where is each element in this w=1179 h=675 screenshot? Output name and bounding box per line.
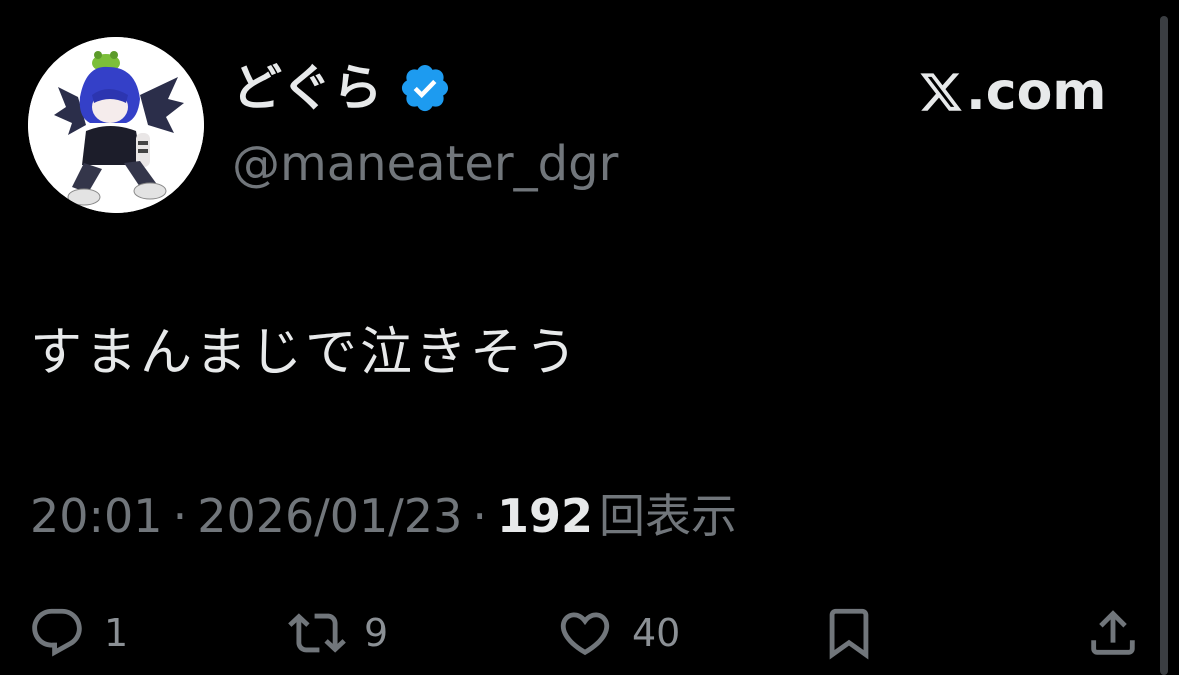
bookmark-icon [820, 604, 878, 662]
repost-button[interactable]: 9 [288, 600, 388, 666]
scrollbar[interactable] [1160, 16, 1168, 675]
share-button[interactable] [1084, 600, 1142, 666]
display-name[interactable]: どぐら [232, 56, 384, 120]
avatar-illustration [28, 37, 204, 213]
brand-mark: .com [918, 60, 1107, 124]
action-bar: 1 9 40 [0, 600, 1179, 666]
author-handle[interactable]: @maneater_dgr [232, 136, 618, 192]
avatar[interactable] [28, 37, 204, 213]
brand-domain-text: .com [966, 62, 1107, 122]
tweet-time[interactable]: 20:01 [30, 486, 163, 546]
author-row: どぐら [232, 56, 452, 120]
share-icon [1084, 604, 1142, 662]
reply-button[interactable]: 1 [28, 600, 128, 666]
views-count[interactable]: 192 [497, 486, 593, 546]
like-count: 40 [632, 611, 681, 655]
like-button[interactable]: 40 [556, 600, 680, 666]
tweet-meta: 20:01 · 2026/01/23 · 192 回表示 [30, 486, 737, 546]
like-icon [556, 604, 614, 662]
meta-separator: · [472, 489, 487, 543]
repost-icon [288, 604, 346, 662]
reply-count: 1 [104, 611, 129, 655]
reply-icon [28, 604, 86, 662]
x-logo-icon [918, 69, 964, 115]
tweet-card: どぐら @maneater_dgr .com すまんまじで泣きそう 20:01 … [0, 0, 1179, 675]
views-label: 回表示 [599, 489, 737, 543]
bookmark-button[interactable] [820, 600, 878, 666]
tweet-text: すまんまじで泣きそう [30, 323, 581, 383]
verified-badge-icon [398, 61, 452, 115]
tweet-date[interactable]: 2026/01/23 [197, 486, 462, 546]
meta-separator: · [172, 489, 188, 543]
repost-count: 9 [364, 611, 389, 655]
